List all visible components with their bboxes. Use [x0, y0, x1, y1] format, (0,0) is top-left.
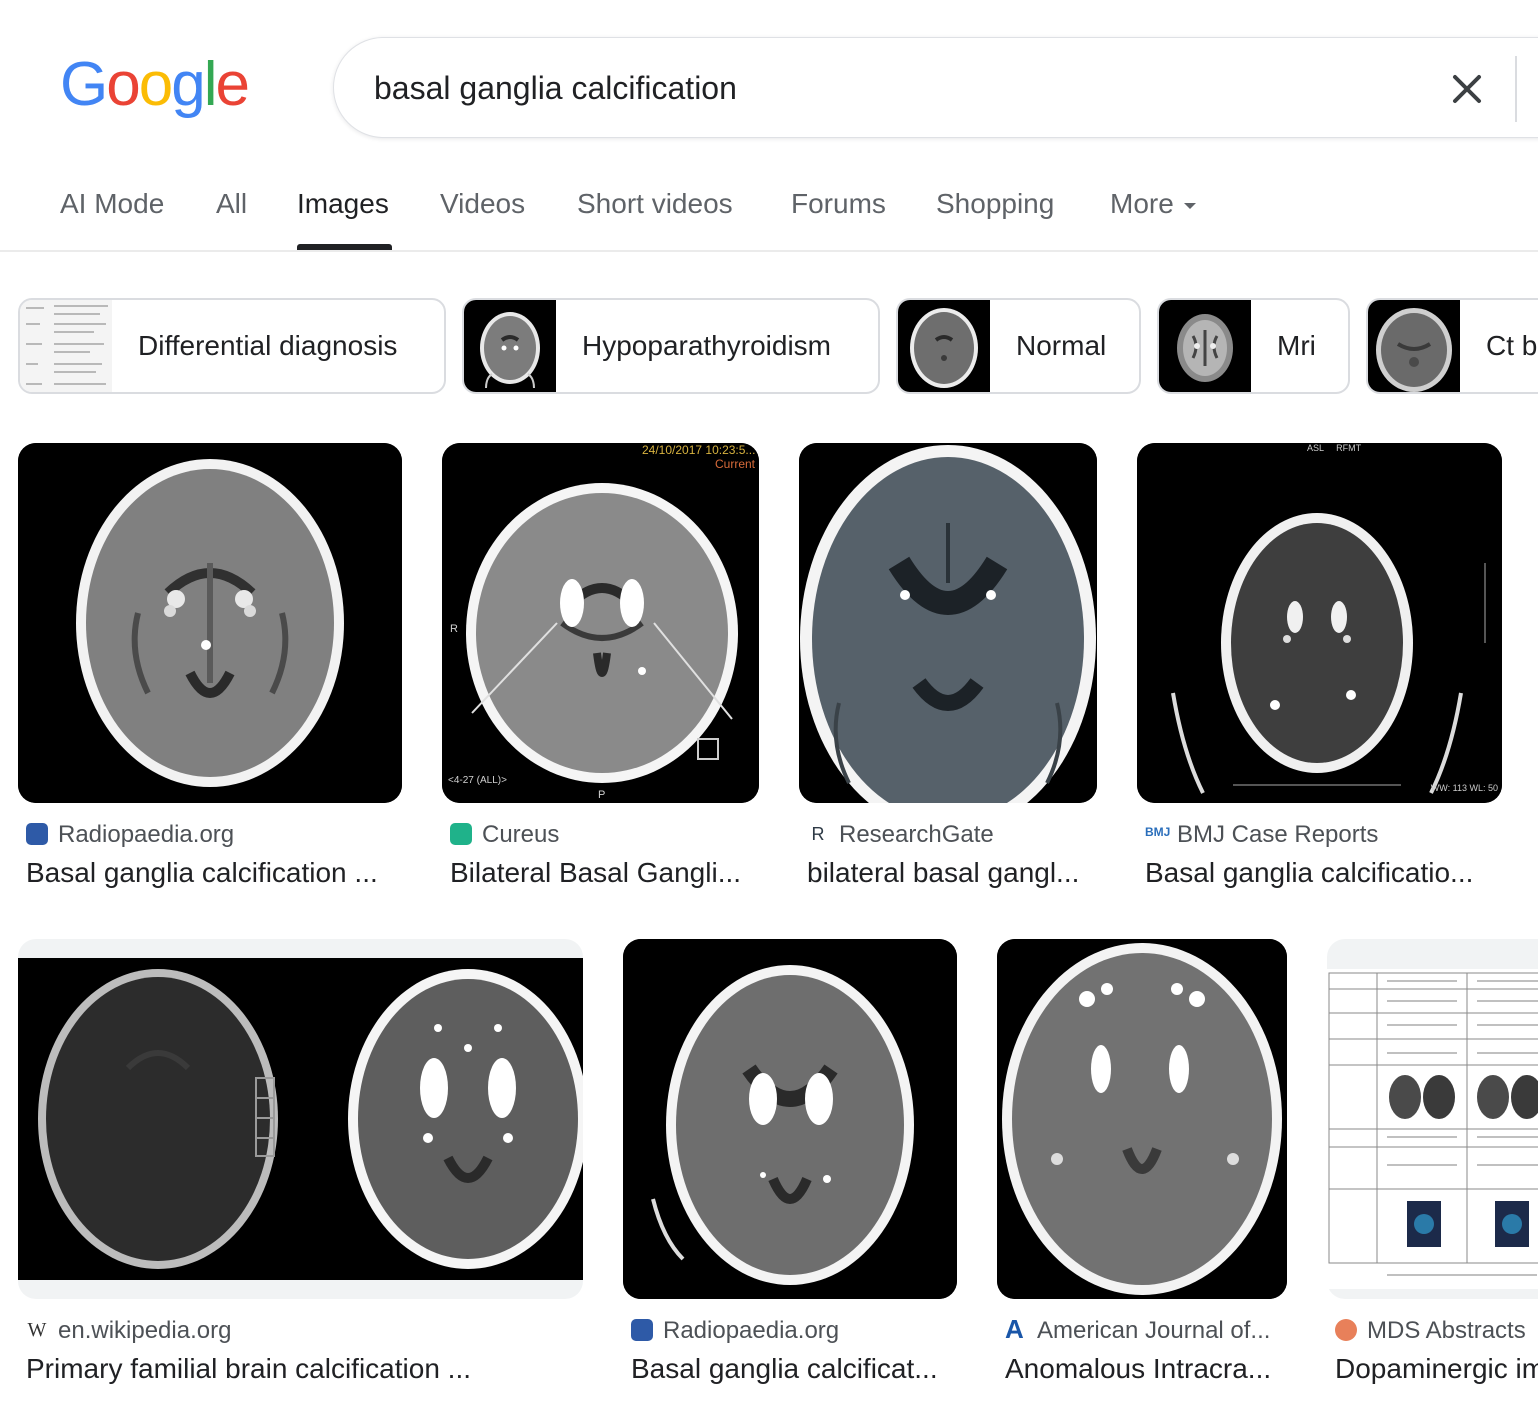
- image-result[interactable]: 24/10/2017 10:23:5... Current <4-27 (ALL…: [442, 443, 772, 903]
- image-side-label: R: [450, 623, 458, 635]
- logo-letter: g: [171, 50, 206, 119]
- result-source[interactable]: BMJ Case Reports: [1177, 821, 1378, 849]
- image-timestamp: 24/10/2017 10:23:5...: [642, 443, 756, 457]
- tabs-divider: [0, 250, 1538, 252]
- result-image[interactable]: [1327, 969, 1538, 1289]
- image-window-label: WW: 113 WL: 50: [1430, 783, 1498, 793]
- researchgate-icon: R: [807, 823, 829, 845]
- result-title[interactable]: Basal ganglia calcification ...: [26, 857, 406, 889]
- chip-label: Normal: [1016, 330, 1107, 361]
- result-source[interactable]: en.wikipedia.org: [58, 1317, 231, 1345]
- image-result[interactable]: A American Journal of... Anomalous Intra…: [997, 939, 1297, 1399]
- chip-ct-brain[interactable]: Ct b: [1366, 298, 1538, 394]
- chip-thumbnail: [1368, 300, 1460, 392]
- tab-shopping[interactable]: Shopping: [936, 188, 1054, 220]
- ajnr-icon: A: [1005, 1316, 1027, 1342]
- result-image[interactable]: 24/10/2017 10:23:5... Current <4-27 (ALL…: [442, 443, 759, 803]
- image-result[interactable]: MDS Abstracts Dopaminergic im: [1327, 939, 1538, 1399]
- logo-letter: G: [60, 50, 108, 119]
- image-result[interactable]: W en.wikipedia.org Primary familial brai…: [18, 939, 598, 1399]
- chip-label: Ct b: [1486, 330, 1538, 361]
- tab-images[interactable]: Images: [297, 188, 389, 220]
- result-title[interactable]: Dopaminergic im: [1335, 1353, 1538, 1385]
- logo-letter: l: [203, 50, 218, 119]
- result-title[interactable]: Basal ganglia calcificatio...: [1145, 857, 1505, 889]
- chip-differential-diagnosis[interactable]: Differential diagnosis: [18, 298, 446, 394]
- chip-mri[interactable]: Mri: [1157, 298, 1350, 394]
- chip-label: Mri: [1277, 330, 1316, 361]
- search-input[interactable]: [374, 64, 1354, 112]
- result-source[interactable]: Cureus: [482, 821, 559, 849]
- image-result[interactable]: Radiopaedia.org Basal ganglia calcificat…: [623, 939, 973, 1399]
- search-bar: [333, 37, 1538, 138]
- chevron-down-icon: [1183, 202, 1196, 209]
- search-tabs: AI Mode All Images Videos Short videos F…: [0, 180, 1538, 250]
- chip-thumbnail: [898, 300, 990, 392]
- chip-thumbnail: [1159, 300, 1251, 392]
- image-result[interactable]: ASL RFMT WW: 113 WL: 50 BMJ BMJ Case Rep…: [1137, 443, 1517, 903]
- tab-videos[interactable]: Videos: [440, 188, 525, 220]
- chip-normal[interactable]: Normal: [896, 298, 1141, 394]
- result-source[interactable]: MDS Abstracts: [1367, 1317, 1526, 1345]
- bmj-icon: BMJ: [1145, 825, 1173, 847]
- tab-more-label: More: [1110, 188, 1174, 219]
- cureus-icon: [450, 823, 472, 845]
- image-result[interactable]: R ResearchGate bilateral basal gangl...: [799, 443, 1109, 903]
- result-image[interactable]: ASL RFMT WW: 113 WL: 50: [1137, 443, 1502, 803]
- logo-letter: o: [138, 50, 174, 119]
- chip-label: Hypoparathyroidism: [582, 330, 831, 361]
- result-image[interactable]: [18, 958, 583, 1280]
- tab-more[interactable]: More: [1110, 188, 1196, 220]
- result-title[interactable]: Anomalous Intracra...: [1005, 1353, 1290, 1385]
- chip-hypoparathyroidism[interactable]: Hypoparathyroidism: [462, 298, 880, 394]
- mds-icon: [1335, 1319, 1357, 1341]
- search-divider: [1515, 56, 1517, 122]
- result-source[interactable]: Radiopaedia.org: [663, 1317, 839, 1345]
- result-image[interactable]: [18, 443, 402, 803]
- wikipedia-icon: W: [26, 1319, 48, 1341]
- google-logo[interactable]: Google: [60, 50, 250, 120]
- tab-short-videos[interactable]: Short videos: [577, 188, 733, 220]
- tab-forums[interactable]: Forums: [791, 188, 886, 220]
- result-title[interactable]: Basal ganglia calcificat...: [631, 1353, 957, 1385]
- result-title[interactable]: bilateral basal gangl...: [807, 857, 1097, 889]
- tab-ai-mode[interactable]: AI Mode: [60, 188, 164, 220]
- clear-search-button[interactable]: [1444, 66, 1490, 112]
- result-image[interactable]: [799, 443, 1097, 803]
- image-bottom-label: P: [598, 789, 606, 801]
- chip-thumbnail: [464, 300, 556, 392]
- result-image[interactable]: [623, 939, 957, 1299]
- result-title[interactable]: Bilateral Basal Gangli...: [450, 857, 760, 889]
- close-icon: [1453, 75, 1481, 103]
- logo-letter: o: [106, 50, 141, 119]
- tab-all[interactable]: All: [216, 188, 247, 220]
- chip-thumbnail: [20, 300, 112, 392]
- result-source[interactable]: American Journal of...: [1037, 1317, 1270, 1345]
- image-footer-label: <4-27 (ALL)>: [448, 775, 507, 786]
- chip-label: Differential diagnosis: [138, 330, 398, 361]
- radiopaedia-icon: [26, 823, 48, 845]
- result-source[interactable]: Radiopaedia.org: [58, 821, 234, 849]
- result-title[interactable]: Primary familial brain calcification ...: [26, 1353, 586, 1385]
- radiopaedia-icon: [631, 1319, 653, 1341]
- image-top-label: ASL RFMT: [1307, 443, 1362, 453]
- result-source[interactable]: ResearchGate: [839, 821, 994, 849]
- result-image[interactable]: [997, 939, 1287, 1299]
- logo-letter: e: [215, 50, 250, 119]
- image-current-label: Current: [714, 457, 755, 471]
- image-result[interactable]: Radiopaedia.org Basal ganglia calcificat…: [18, 443, 408, 903]
